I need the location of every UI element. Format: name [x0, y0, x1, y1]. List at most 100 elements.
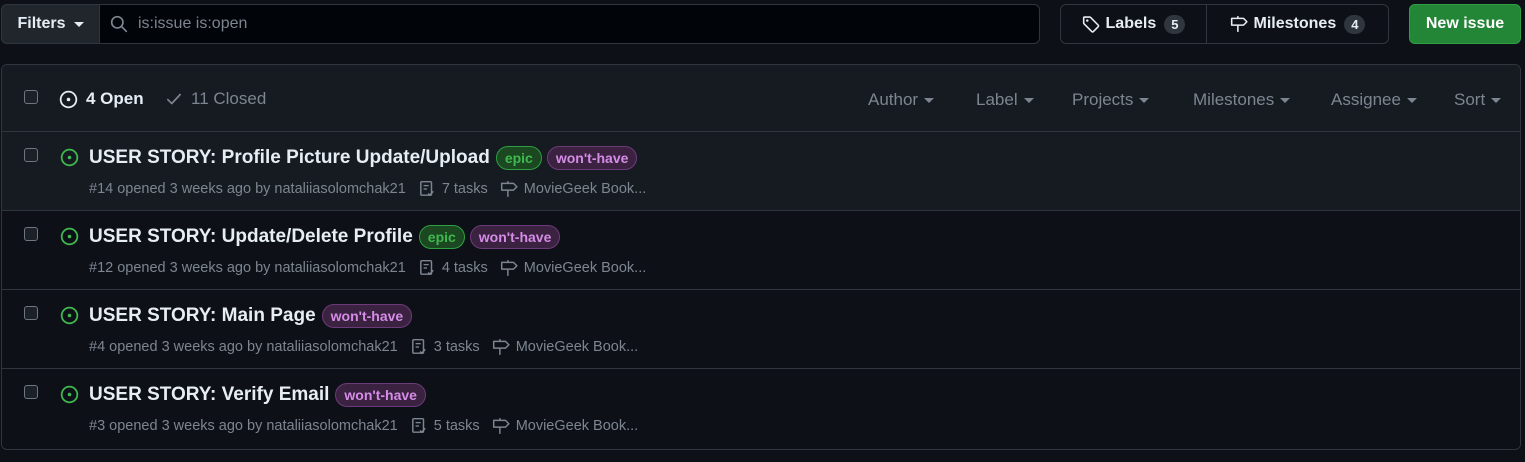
open-issues-tab[interactable]: 4 Open: [59, 89, 144, 109]
closed-count-label: 11 Closed: [191, 89, 267, 108]
task-list-indicator: 5 tasks: [410, 417, 480, 435]
issue-opened-icon: [60, 227, 79, 246]
filters-button[interactable]: Filters: [1, 4, 99, 44]
author-filter[interactable]: Author: [868, 90, 935, 110]
task-list-indicator: 3 tasks: [410, 338, 480, 356]
author-filter-label: Author: [868, 90, 919, 109]
issue-title-link[interactable]: USER STORY: Profile Picture Update/Uploa…: [89, 147, 490, 169]
labels-button[interactable]: Labels 5: [1060, 4, 1207, 44]
milestone-link[interactable]: MovieGeek Book...: [492, 417, 639, 435]
task-list-indicator: 4 tasks: [418, 259, 488, 277]
milestone-link[interactable]: MovieGeek Book...: [500, 180, 647, 198]
label-filter[interactable]: Label: [976, 90, 1034, 110]
task-count: 3 tasks: [433, 339, 480, 355]
milestones-count-badge: 4: [1344, 14, 1366, 34]
issue-opened-icon: [60, 148, 79, 167]
issue-meta: #4 opened 3 weeks ago by nataliiasolomch…: [89, 338, 638, 356]
chevron-down-icon: [73, 21, 84, 27]
issue-checkbox[interactable]: [24, 227, 38, 241]
task-count: 4 tasks: [441, 260, 488, 276]
new-issue-button[interactable]: New issue: [1409, 4, 1521, 44]
issue-title-line: USER STORY: Main Page won't-have: [89, 304, 413, 328]
label-wont-have[interactable]: won't-have: [469, 225, 561, 249]
issue-title-link[interactable]: USER STORY: Update/Delete Profile: [89, 226, 413, 248]
issue-opened-icon: [60, 306, 79, 325]
issue-title-line: USER STORY: Update/Delete Profile epic w…: [89, 225, 561, 249]
checklist-icon: [419, 259, 434, 276]
milestone-name: MovieGeek Book...: [515, 418, 639, 434]
chevron-down-icon: [1406, 97, 1417, 103]
checklist-icon: [411, 417, 426, 434]
closed-issues-tab[interactable]: 11 Closed: [165, 89, 266, 109]
label-wont-have[interactable]: won't-have: [321, 304, 413, 328]
task-count: 5 tasks: [433, 418, 480, 434]
checklist-icon: [419, 180, 434, 197]
projects-filter[interactable]: Projects: [1072, 90, 1150, 110]
milestones-filter[interactable]: Milestones: [1193, 90, 1291, 110]
milestones-label: Milestones: [1253, 15, 1337, 32]
sort-filter-label: Sort: [1454, 90, 1486, 109]
milestones-button[interactable]: Milestones 4: [1206, 4, 1389, 44]
milestone-icon: [492, 418, 510, 434]
label-epic[interactable]: epic: [418, 225, 465, 249]
labels-label: Labels: [1105, 15, 1157, 32]
issue-meta: #12 opened 3 weeks ago by nataliiasolomc…: [89, 259, 646, 277]
milestone-name: MovieGeek Book...: [523, 181, 647, 197]
filters-label: Filters: [17, 15, 66, 32]
chevron-down-icon: [924, 97, 935, 103]
issue-title-line: USER STORY: Profile Picture Update/Uploa…: [89, 146, 638, 170]
issues-toolbar: Filters Labels 5 Milestones 4 New issue: [0, 0, 1525, 52]
issue-checkbox[interactable]: [24, 385, 38, 399]
label-wont-have[interactable]: won't-have: [546, 146, 638, 170]
open-count-label: 4 Open: [86, 89, 144, 108]
sort-filter[interactable]: Sort: [1454, 90, 1502, 110]
chevron-down-icon: [1491, 97, 1502, 103]
issue-checkbox[interactable]: [24, 306, 38, 320]
chevron-down-icon: [1023, 97, 1034, 103]
milestone-name: MovieGeek Book...: [515, 339, 639, 355]
milestone-link[interactable]: MovieGeek Book...: [500, 259, 647, 277]
assignee-filter-label: Assignee: [1331, 90, 1401, 109]
issue-opened-by: #12 opened 3 weeks ago by nataliiasolomc…: [89, 260, 406, 276]
labels-count-badge: 5: [1164, 14, 1186, 34]
issue-meta: #3 opened 3 weeks ago by nataliiasolomch…: [89, 417, 638, 435]
issue-title-link[interactable]: USER STORY: Main Page: [89, 305, 316, 327]
chevron-down-icon: [1280, 97, 1291, 103]
issue-opened-icon: [60, 385, 79, 404]
search-icon: [110, 15, 128, 33]
label-epic[interactable]: epic: [495, 146, 542, 170]
milestone-icon: [492, 339, 510, 355]
select-all-checkbox[interactable]: [24, 90, 38, 104]
search-input[interactable]: [138, 15, 1018, 33]
milestone-name: MovieGeek Book...: [523, 260, 647, 276]
checklist-icon: [411, 338, 426, 355]
task-count: 7 tasks: [441, 181, 488, 197]
issue-row[interactable]: USER STORY: Profile Picture Update/Uploa…: [2, 132, 1520, 211]
assignee-filter[interactable]: Assignee: [1331, 90, 1417, 110]
check-icon: [166, 93, 182, 105]
issue-row[interactable]: USER STORY: Update/Delete Profile epic w…: [2, 211, 1520, 290]
issue-row[interactable]: USER STORY: Main Page won't-have #4 open…: [2, 290, 1520, 369]
issue-checkbox[interactable]: [24, 148, 38, 162]
milestone-icon: [500, 260, 518, 276]
issue-search-box[interactable]: [99, 4, 1040, 44]
issue-title-link[interactable]: USER STORY: Verify Email: [89, 384, 329, 406]
issues-list-panel: 4 Open 11 Closed Author Label Projects M…: [1, 64, 1521, 450]
issues-list-header: 4 Open 11 Closed Author Label Projects M…: [2, 65, 1520, 132]
milestone-icon: [500, 181, 518, 197]
label-filter-label: Label: [976, 90, 1018, 109]
issue-title-line: USER STORY: Verify Email won't-have: [89, 383, 426, 407]
issue-opened-by: #3 opened 3 weeks ago by nataliiasolomch…: [89, 418, 398, 434]
issue-meta: #14 opened 3 weeks ago by nataliiasolomc…: [89, 180, 646, 198]
issue-row[interactable]: USER STORY: Verify Email won't-have #3 o…: [2, 369, 1520, 448]
projects-filter-label: Projects: [1072, 90, 1134, 109]
label-wont-have[interactable]: won't-have: [335, 383, 426, 407]
milestone-icon: [1230, 16, 1248, 32]
milestone-link[interactable]: MovieGeek Book...: [492, 338, 639, 356]
tag-icon: [1082, 16, 1099, 33]
chevron-down-icon: [1139, 97, 1150, 103]
issue-opened-by: #14 opened 3 weeks ago by nataliiasolomc…: [89, 181, 406, 197]
milestones-filter-label: Milestones: [1193, 90, 1275, 109]
issue-opened-icon: [59, 90, 78, 108]
task-list-indicator: 7 tasks: [418, 180, 488, 198]
